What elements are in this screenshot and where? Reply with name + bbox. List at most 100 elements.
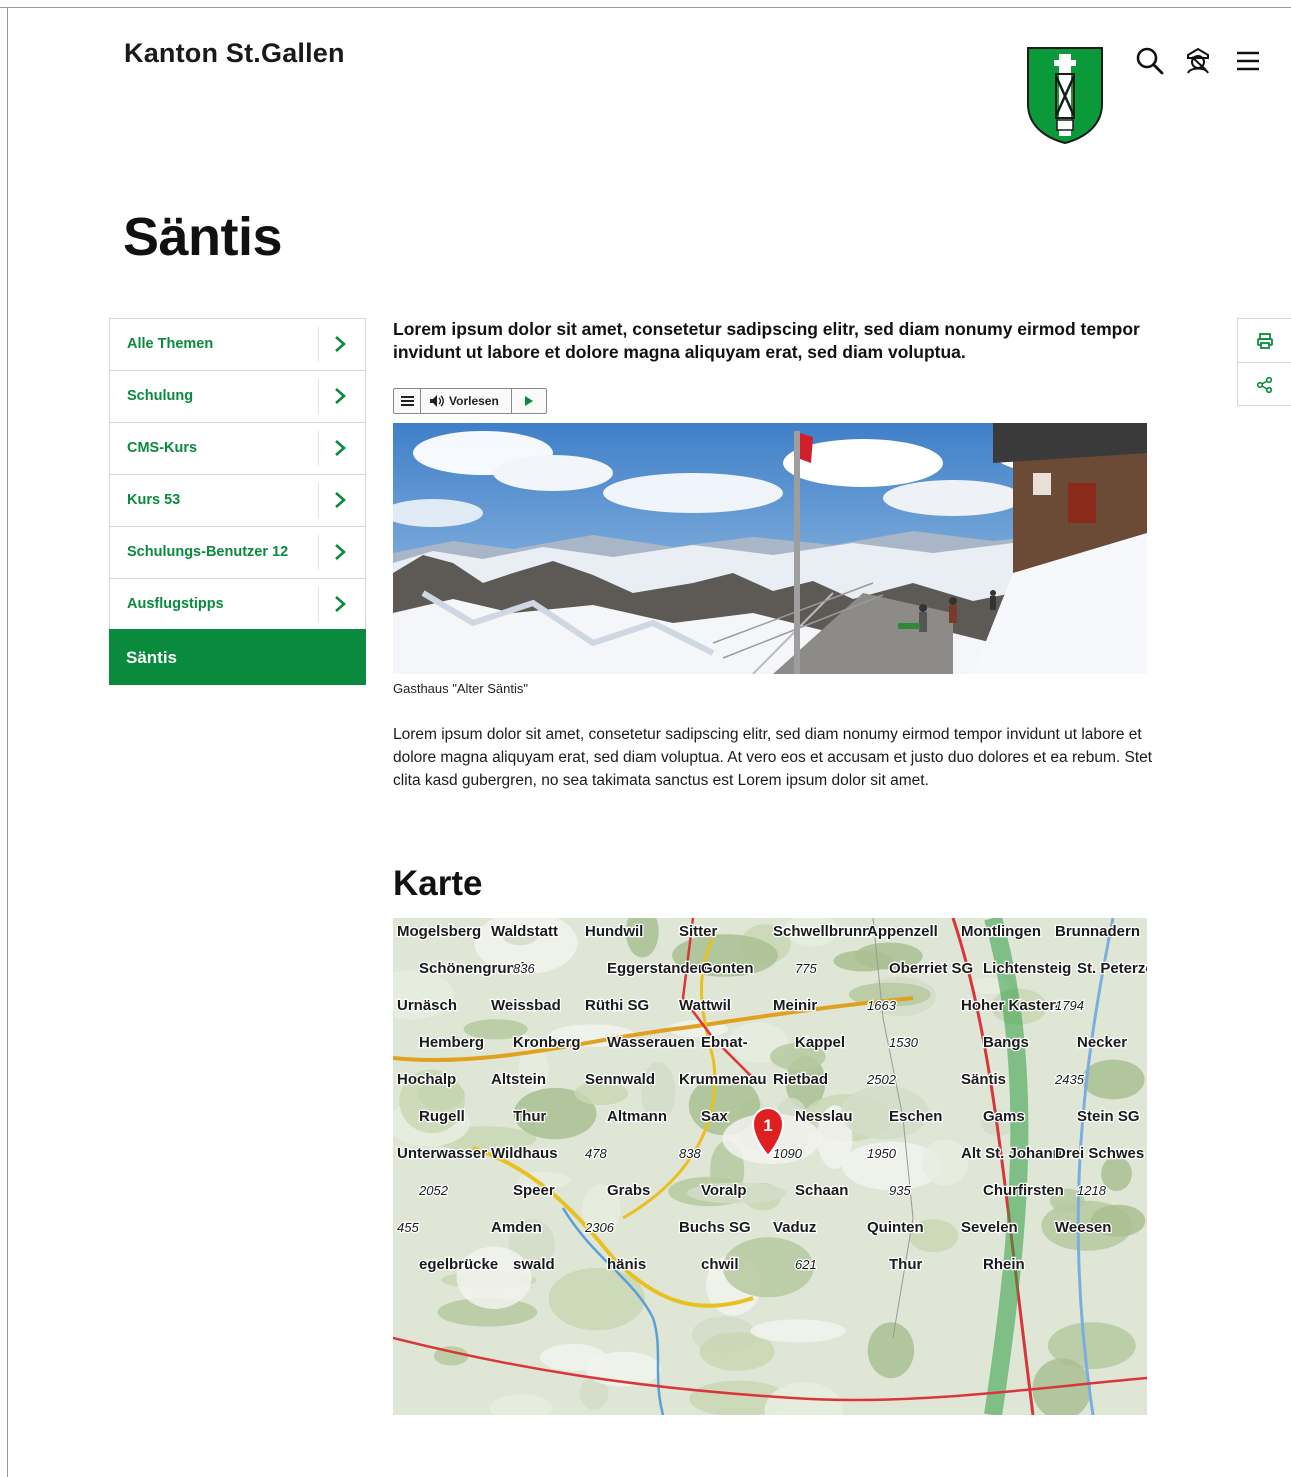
map-place-label: Eschen [889, 1108, 942, 1125]
map-terrain-patch [1081, 1059, 1145, 1100]
map-place-label: Gonten [701, 960, 754, 977]
map-place-label: Mogelsberg [397, 923, 481, 940]
login-icon[interactable] [1182, 45, 1214, 77]
map-place-label: 1950 [867, 1146, 897, 1161]
map-place-label: Drei Schwes [1055, 1145, 1144, 1162]
sidebar-item-label: Ausflugstipps [127, 596, 224, 612]
map-place-label: Eggerstanden [607, 960, 707, 977]
map-marker-number: 1 [763, 1116, 772, 1135]
map-place-label: Schönengrund [419, 960, 525, 977]
share-button[interactable] [1238, 363, 1291, 406]
sidebar-item-schulungs-benutzer[interactable]: Schulungs-Benutzer 12 [109, 526, 366, 578]
map-place-label: Kronberg [513, 1034, 581, 1051]
map-terrain-patch [548, 1267, 646, 1331]
readspeaker-menu-button[interactable] [394, 389, 421, 413]
play-icon [525, 396, 533, 406]
divider [318, 327, 319, 362]
divider [318, 379, 319, 414]
map-place-label: Brunnadern [1055, 923, 1140, 940]
map-place-label: Thur [889, 1256, 922, 1273]
map-place-label: 455 [397, 1220, 419, 1235]
window-frame-left [7, 7, 8, 1477]
map-place-label: St. Peterzell [1077, 960, 1147, 977]
sidebar-item-label: Kurs 53 [127, 492, 181, 508]
divider [318, 483, 319, 518]
readspeaker-play-button[interactable] [512, 389, 546, 413]
map-place-label: Grabs [607, 1182, 650, 1199]
map-place-label: Bangs [983, 1034, 1029, 1051]
sidebar-item-active[interactable]: Säntis [109, 629, 366, 685]
map-place-label: 935 [889, 1183, 911, 1198]
sidebar-item-ausflugstipps[interactable]: Ausflugstipps [109, 578, 366, 631]
map-place-label: Speer [513, 1182, 555, 1199]
map-place-label: Oberriet SG [889, 960, 973, 977]
map-place-label: 1090 [773, 1146, 803, 1161]
chevron-right-icon [335, 492, 346, 508]
share-icon [1256, 376, 1273, 394]
map-place-label: Kappel [795, 1034, 845, 1051]
chevron-right-icon [335, 544, 346, 560]
map-place-label: 2435 [1054, 1072, 1085, 1087]
map-place-label: Schwellbrunn [773, 923, 871, 940]
map-place-label: Sevelen [961, 1219, 1018, 1236]
divider [318, 431, 319, 466]
map-place-label: Vaduz [773, 1219, 816, 1236]
map-place-label: Altstein [491, 1071, 546, 1088]
body-text: Lorem ipsum dolor sit amet, consetetur s… [393, 726, 1153, 789]
map-place-label: 775 [795, 961, 817, 976]
sidebar-item-label: Schulung [127, 388, 194, 404]
map-view[interactable]: Mogelsberg Waldstatt Hundwil Sitter Schwellb… [393, 918, 1147, 1415]
sidebar-item-alle-themen[interactable]: Alle Themen [109, 318, 366, 370]
map-place-label: Schaan [795, 1182, 848, 1199]
map-place-label: Rietbad [773, 1071, 828, 1088]
map-place-label: Sitter [679, 923, 718, 940]
map-place-label: hänis [607, 1256, 646, 1273]
divider [318, 535, 319, 570]
map-place-label: Necker [1077, 1034, 1127, 1051]
map-place-label: Churfirsten [983, 1182, 1064, 1199]
map-place-label: Voralp [701, 1182, 747, 1199]
map-place-label: Stein SG [1077, 1108, 1140, 1125]
map-place-label: Buchs SG [679, 1219, 751, 1236]
map-place-label: Altmann [607, 1108, 667, 1125]
map-place-label: Lichtensteig [983, 960, 1071, 977]
map-place-label: Säntis [961, 1071, 1006, 1088]
map-terrain-patch [867, 1322, 915, 1379]
map-place-label: 1794 [1055, 998, 1084, 1013]
print-icon [1257, 333, 1273, 349]
map-place-label: Thur [513, 1108, 546, 1125]
map-place-label: Ebnat- [701, 1034, 748, 1051]
map-place-label: Sax [701, 1108, 728, 1125]
map-place-label: Amden [491, 1219, 542, 1236]
map-place-label: 838 [679, 1146, 701, 1161]
site-brand[interactable]: Kanton St.Gallen [124, 38, 345, 69]
map-terrain-patch [750, 1319, 846, 1343]
map-place-label: 1530 [889, 1035, 919, 1050]
map-place-label: Hoher Kasten [961, 997, 1059, 1014]
map-place-label: Hundwil [585, 923, 643, 940]
divider [318, 587, 319, 622]
sidebar-item-kurs-53[interactable]: Kurs 53 [109, 474, 366, 526]
map-place-label: Urnäsch [397, 997, 457, 1014]
sidebar-item-cms-kurs[interactable]: CMS-Kurs [109, 422, 366, 474]
map-place-label: Sennwald [585, 1071, 655, 1088]
map-place-label: egelbrücke [419, 1256, 498, 1273]
map-place-label: 1663 [867, 998, 897, 1013]
map-place-label: 2052 [418, 1183, 449, 1198]
sidebar-item-schulung[interactable]: Schulung [109, 370, 366, 422]
map-place-label: Krummenau [679, 1071, 767, 1088]
map-place-label: chwil [701, 1256, 739, 1273]
readspeaker-read-button[interactable]: Vorlesen [421, 389, 512, 413]
lead-text: Lorem ipsum dolor sit amet, consetetur s… [393, 319, 1140, 362]
map-place-label: Unterwasser [397, 1145, 487, 1162]
canton-crest-icon[interactable] [1026, 46, 1104, 144]
page-tools [1237, 318, 1291, 406]
menu-icon[interactable] [1232, 45, 1264, 77]
search-icon[interactable] [1134, 45, 1166, 77]
map-place-label: 478 [585, 1146, 607, 1161]
sidebar-item-label: Alle Themen [127, 336, 214, 352]
map-place-label: Rhein [983, 1256, 1025, 1273]
map-place-label: Montlingen [961, 923, 1041, 940]
map-place-label: Rüthi SG [585, 997, 649, 1014]
print-button[interactable] [1238, 319, 1291, 362]
